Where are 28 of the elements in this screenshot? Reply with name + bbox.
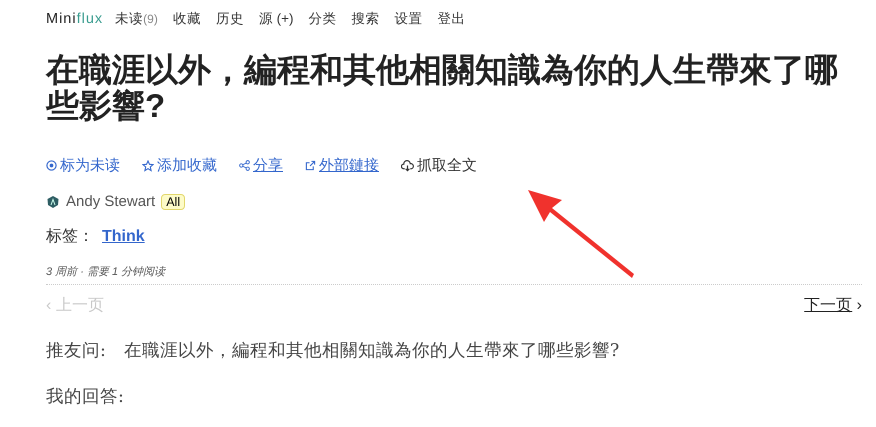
feed-icon	[46, 194, 60, 208]
entry-title: 在職涯以外，編程和其他相關知識為你的人生帶來了哪些影響?	[46, 52, 839, 124]
category-tag[interactable]: All	[161, 194, 186, 210]
nav-link[interactable]: 未读(9)	[115, 10, 158, 28]
action-link[interactable]: 分享	[239, 156, 283, 175]
share-icon	[239, 160, 250, 171]
action-link[interactable]: 外部鏈接	[305, 156, 379, 175]
unread-circle-icon	[46, 160, 57, 171]
nav-link[interactable]: 登出	[437, 10, 466, 28]
star-icon	[142, 160, 154, 172]
nav-link[interactable]: 收藏	[172, 10, 201, 28]
next-page-link[interactable]: 下一页 ›	[804, 295, 862, 316]
nav-link[interactable]: 设置	[394, 10, 422, 28]
tag-link[interactable]: Think	[102, 228, 145, 246]
nav-link[interactable]: 历史	[216, 10, 244, 28]
nav-link[interactable]: 分类	[308, 10, 336, 28]
action-link[interactable]: 抓取全文	[401, 156, 477, 175]
logo[interactable]: Miniflux	[46, 11, 104, 27]
external-link-icon	[305, 160, 316, 171]
nav-link[interactable]: 源 (+)	[258, 10, 294, 28]
content-paragraph: 我的回答:	[46, 386, 125, 408]
action-link[interactable]: 标为未读	[46, 156, 120, 175]
nav-link[interactable]: 搜索	[351, 10, 380, 28]
action-link[interactable]: 添加收藏	[142, 156, 217, 175]
author-name[interactable]: Andy Stewart	[66, 193, 156, 210]
cloud-download-icon	[401, 160, 414, 172]
content-paragraph: 推友问: 在職涯以外，編程和其他相關知識為你的人生帶來了哪些影響?	[46, 340, 620, 362]
tags-label: 标签：	[46, 227, 94, 247]
